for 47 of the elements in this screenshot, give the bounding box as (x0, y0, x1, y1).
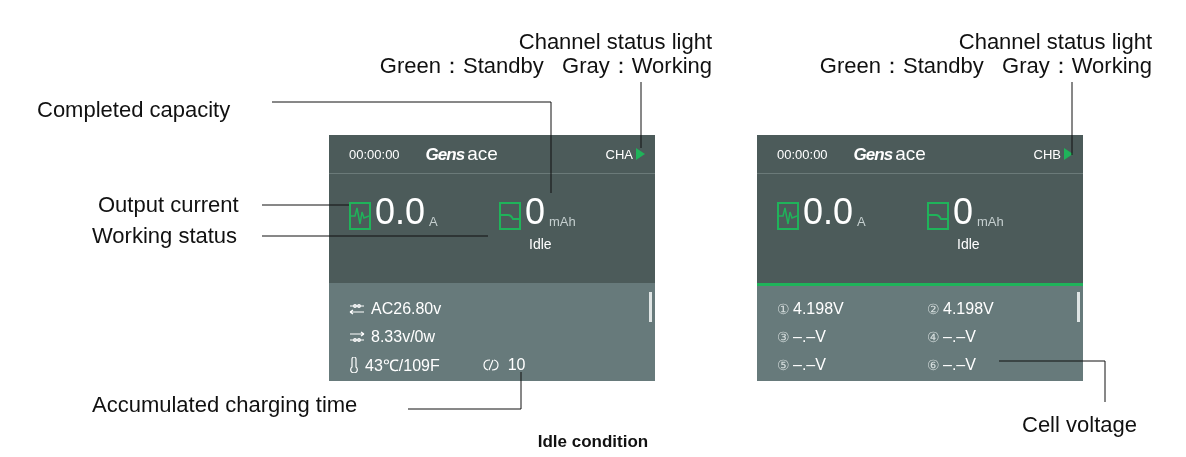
scrollbar (649, 292, 652, 322)
reading-value: 0.0 (803, 194, 854, 230)
cycle-count: 10 (507, 356, 526, 374)
unit-label: A (429, 214, 438, 230)
timer: 00:00:00 (349, 146, 400, 162)
output-arrows-icon (349, 331, 365, 343)
callout-label: Channel status light Green：Standby Gray：Working (379, 30, 712, 78)
reading-value: 0 (525, 194, 546, 230)
callout-label: Channel status light Green：Standby Gray：Working (819, 30, 1152, 78)
callout-label: Working status (92, 224, 238, 248)
scrollbar (1077, 292, 1080, 322)
info-value: 8.33v/0w (371, 328, 436, 346)
input-arrows-icon (349, 303, 365, 315)
logo-text: Gens (853, 145, 893, 165)
cell-voltage: ⑤ –.–V (777, 356, 827, 374)
working-status: Idle (529, 236, 553, 252)
timer: 00:00:00 (777, 146, 828, 162)
logo-text: ace (467, 143, 498, 165)
leader-line (640, 81, 642, 149)
channel-label: CHB (1033, 146, 1061, 162)
logo-text: ace (895, 143, 926, 165)
info-value: AC26.80v (371, 300, 442, 318)
waveform-icon (349, 202, 371, 230)
cycle-icon (481, 358, 500, 372)
callout-label: Accumulated charging time (92, 393, 358, 417)
callout-label: Cell voltage (1022, 413, 1137, 437)
cell-voltage: ④ –.–V (927, 328, 977, 346)
capacity-curve-icon (499, 202, 521, 230)
callout-label: Completed capacity (37, 98, 231, 122)
waveform-icon (777, 202, 799, 230)
channel-label: CHA (605, 146, 633, 162)
reading-value: 0 (953, 194, 974, 230)
unit-label: A (857, 214, 866, 230)
info-value: 43℃/109F (365, 356, 440, 376)
callout-label: Output current (98, 193, 239, 217)
thermometer-icon (349, 357, 359, 373)
unit-label: mAh (977, 214, 1004, 230)
cell-voltage: ⑥ –.–V (927, 356, 977, 374)
figure-caption: Idle condition (536, 432, 650, 452)
cell-voltage: ① 4.198V (777, 300, 845, 318)
cell-voltage: ② 4.198V (927, 300, 995, 318)
logo-text: Gens (425, 145, 465, 165)
cell-voltage: ③ –.–V (777, 328, 827, 346)
reading-value: 0.0 (375, 194, 426, 230)
unit-label: mAh (549, 214, 576, 230)
working-status: Idle (957, 236, 981, 252)
capacity-curve-icon (927, 202, 949, 230)
